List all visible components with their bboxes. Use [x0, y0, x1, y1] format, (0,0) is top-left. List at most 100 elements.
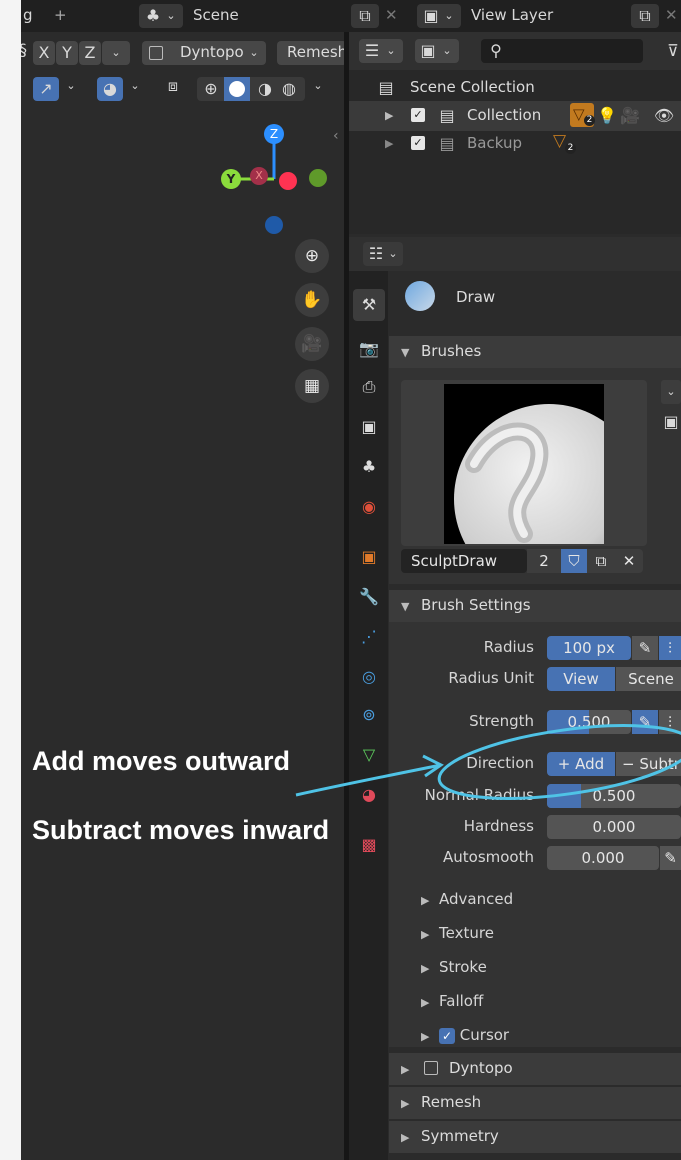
brush-image-button[interactable]: ▣: [661, 410, 681, 434]
collection-name[interactable]: Backup: [467, 134, 522, 152]
expand-arrow-icon[interactable]: ▶: [385, 137, 393, 150]
gizmo-neg-z[interactable]: [265, 216, 283, 234]
remesh-panel-title: Remesh: [421, 1093, 482, 1111]
radius-field[interactable]: 100 px: [547, 636, 631, 660]
radius-unified-button[interactable]: ⫶: [659, 636, 681, 660]
dyntopo-panel-checkbox[interactable]: [424, 1061, 438, 1075]
add-workspace-button[interactable]: +: [54, 6, 67, 24]
view-layer-tab-icon[interactable]: ▣: [353, 411, 385, 443]
autosmooth-label: Autosmooth: [443, 848, 534, 866]
duplicate-brush-button[interactable]: ⧉: [587, 549, 615, 573]
filter-icon[interactable]: ⊽: [663, 39, 681, 63]
chevron-down-icon: ⌄: [666, 385, 676, 398]
scene-tab-icon[interactable]: ♣: [353, 451, 385, 483]
radius-unit-scene[interactable]: Scene: [616, 667, 681, 691]
gizmo-neg-x[interactable]: [279, 172, 297, 190]
radius-unit-view[interactable]: View: [547, 667, 615, 691]
scene-collection-label[interactable]: Scene Collection: [410, 78, 535, 96]
search-icon: ⚲: [490, 41, 502, 60]
mirror-x-button[interactable]: X: [33, 41, 55, 65]
collection-name[interactable]: Collection: [467, 106, 541, 124]
filter-display-button[interactable]: ▣ ⌄: [415, 39, 459, 63]
render-tab-icon[interactable]: 📷: [353, 333, 385, 365]
chevron-down-icon[interactable]: ⌄: [63, 74, 79, 98]
expand-arrow-icon: ▶: [421, 894, 430, 907]
brush-preview-frame[interactable]: [401, 380, 647, 546]
xray-icon[interactable]: ⧈: [161, 74, 185, 98]
gizmo-neg-y[interactable]: [309, 169, 327, 187]
solid-shading-button[interactable]: [224, 77, 250, 101]
hand-icon[interactable]: ✋: [295, 283, 329, 317]
exclude-checkbox[interactable]: ✓: [411, 136, 425, 150]
camera-icon[interactable]: 🎥: [295, 327, 329, 361]
link-icon[interactable]: §: [21, 38, 31, 62]
editor-type-button[interactable]: ☷ ⌄: [363, 242, 403, 266]
fake-user-button[interactable]: ⛉: [561, 549, 587, 573]
mirror-y-button[interactable]: Y: [56, 41, 78, 65]
dyntopo-label: Dyntopo: [180, 43, 244, 61]
radius-pressure-button[interactable]: ✎: [632, 636, 658, 660]
symmetry-panel-header[interactable]: ▶ Symmetry: [389, 1121, 681, 1153]
chevron-down-icon[interactable]: ⌄: [127, 74, 143, 98]
chevron-down-icon[interactable]: ⌄: [309, 74, 327, 98]
overlays-toggle-button[interactable]: ◕: [97, 77, 123, 101]
object-tab-icon[interactable]: ▣: [353, 541, 385, 573]
new-scene-button[interactable]: ⧉: [351, 4, 379, 28]
gizmo-z[interactable]: Z: [264, 124, 284, 144]
material-shading-icon[interactable]: ◑: [253, 77, 277, 101]
subpanel-stroke[interactable]: ▶ Stroke: [421, 958, 487, 976]
world-tab-icon[interactable]: ◉: [353, 491, 385, 523]
autosmooth-field[interactable]: 0.000: [547, 846, 659, 870]
exclude-checkbox[interactable]: ✓: [411, 108, 425, 122]
brushes-panel-header[interactable]: ▼ Brushes: [389, 336, 681, 368]
tool-tab-icon[interactable]: ⚒: [353, 289, 385, 321]
expand-arrow-icon[interactable]: ▶: [385, 109, 393, 122]
transform-toggle-button[interactable]: ↗: [33, 77, 59, 101]
subpanel-cursor[interactable]: ▶ ✓ Cursor: [421, 1026, 509, 1044]
gizmo-x[interactable]: X: [250, 167, 268, 185]
remesh-panel-header[interactable]: ▶ Remesh: [389, 1087, 681, 1119]
particles-tab-icon[interactable]: ⋰: [353, 621, 385, 653]
unlink-brush-button[interactable]: ✕: [615, 549, 643, 573]
dyntopo-checkbox[interactable]: [149, 46, 163, 60]
brush-name-field[interactable]: SculptDraw: [401, 549, 527, 573]
physics-tab-icon[interactable]: ◎: [353, 661, 385, 693]
autosmooth-pressure-button[interactable]: ✎: [660, 846, 681, 870]
rendered-shading-icon[interactable]: ◍: [277, 77, 301, 101]
cursor-checkbox[interactable]: ✓: [439, 1027, 456, 1044]
hardness-field[interactable]: 0.000: [547, 815, 681, 839]
mirror-options-button[interactable]: ⌄: [102, 41, 130, 65]
outliner-search-input[interactable]: ⚲: [481, 39, 643, 63]
brush-users-count[interactable]: 2: [527, 549, 561, 573]
modifier-tab-icon[interactable]: 🔧: [353, 581, 385, 613]
mirror-z-button[interactable]: Z: [79, 41, 101, 65]
subpanel-advanced[interactable]: ▶ Advanced: [421, 890, 513, 908]
subpanel-texture[interactable]: ▶ Texture: [421, 924, 494, 942]
output-tab-icon[interactable]: ⎙: [353, 371, 385, 403]
workspace-tab-fragment[interactable]: g: [23, 6, 33, 24]
outliner-row-collection[interactable]: ▶ ✓ ▤ Collection ▽ 2 💡 🎥 👁: [349, 101, 681, 131]
eye-icon[interactable]: 👁: [653, 104, 675, 128]
sidebar-toggle-icon[interactable]: ‹: [333, 128, 339, 144]
dyntopo-panel-header[interactable]: ▶ Dyntopo: [389, 1053, 681, 1085]
scene-name[interactable]: Scene: [193, 6, 239, 24]
subpanel-falloff[interactable]: ▶ Falloff: [421, 992, 483, 1010]
close-view-layer-icon[interactable]: ✕: [665, 6, 678, 24]
display-mode-button[interactable]: ☰ ⌄: [359, 39, 403, 63]
close-scene-icon[interactable]: ✕: [385, 6, 398, 24]
wireframe-shading-icon[interactable]: ⊕: [199, 77, 223, 101]
remesh-dropdown[interactable]: Remesh: [277, 41, 347, 65]
brush-list-dropdown[interactable]: ⌄: [661, 380, 681, 404]
texture-tab-icon[interactable]: ▩: [353, 829, 385, 861]
brush-settings-panel-header[interactable]: ▼ Brush Settings: [389, 590, 681, 622]
zoom-icon[interactable]: ⊕: [295, 239, 329, 273]
axis-z-label: Z: [84, 43, 96, 62]
gizmo-y[interactable]: Y: [221, 169, 241, 189]
new-view-layer-button[interactable]: ⧉: [631, 4, 659, 28]
scene-selector-button[interactable]: ♣ ⌄: [139, 4, 183, 28]
dyntopo-dropdown[interactable]: Dyntopo ⌄: [142, 41, 266, 65]
view-layer-selector-button[interactable]: ▣ ⌄: [417, 4, 461, 28]
view-layer-name[interactable]: View Layer: [471, 6, 553, 24]
grid-icon[interactable]: ▦: [295, 369, 329, 403]
outliner-row-backup[interactable]: ▶ ✓ ▤ Backup ▽ 2: [349, 130, 681, 158]
